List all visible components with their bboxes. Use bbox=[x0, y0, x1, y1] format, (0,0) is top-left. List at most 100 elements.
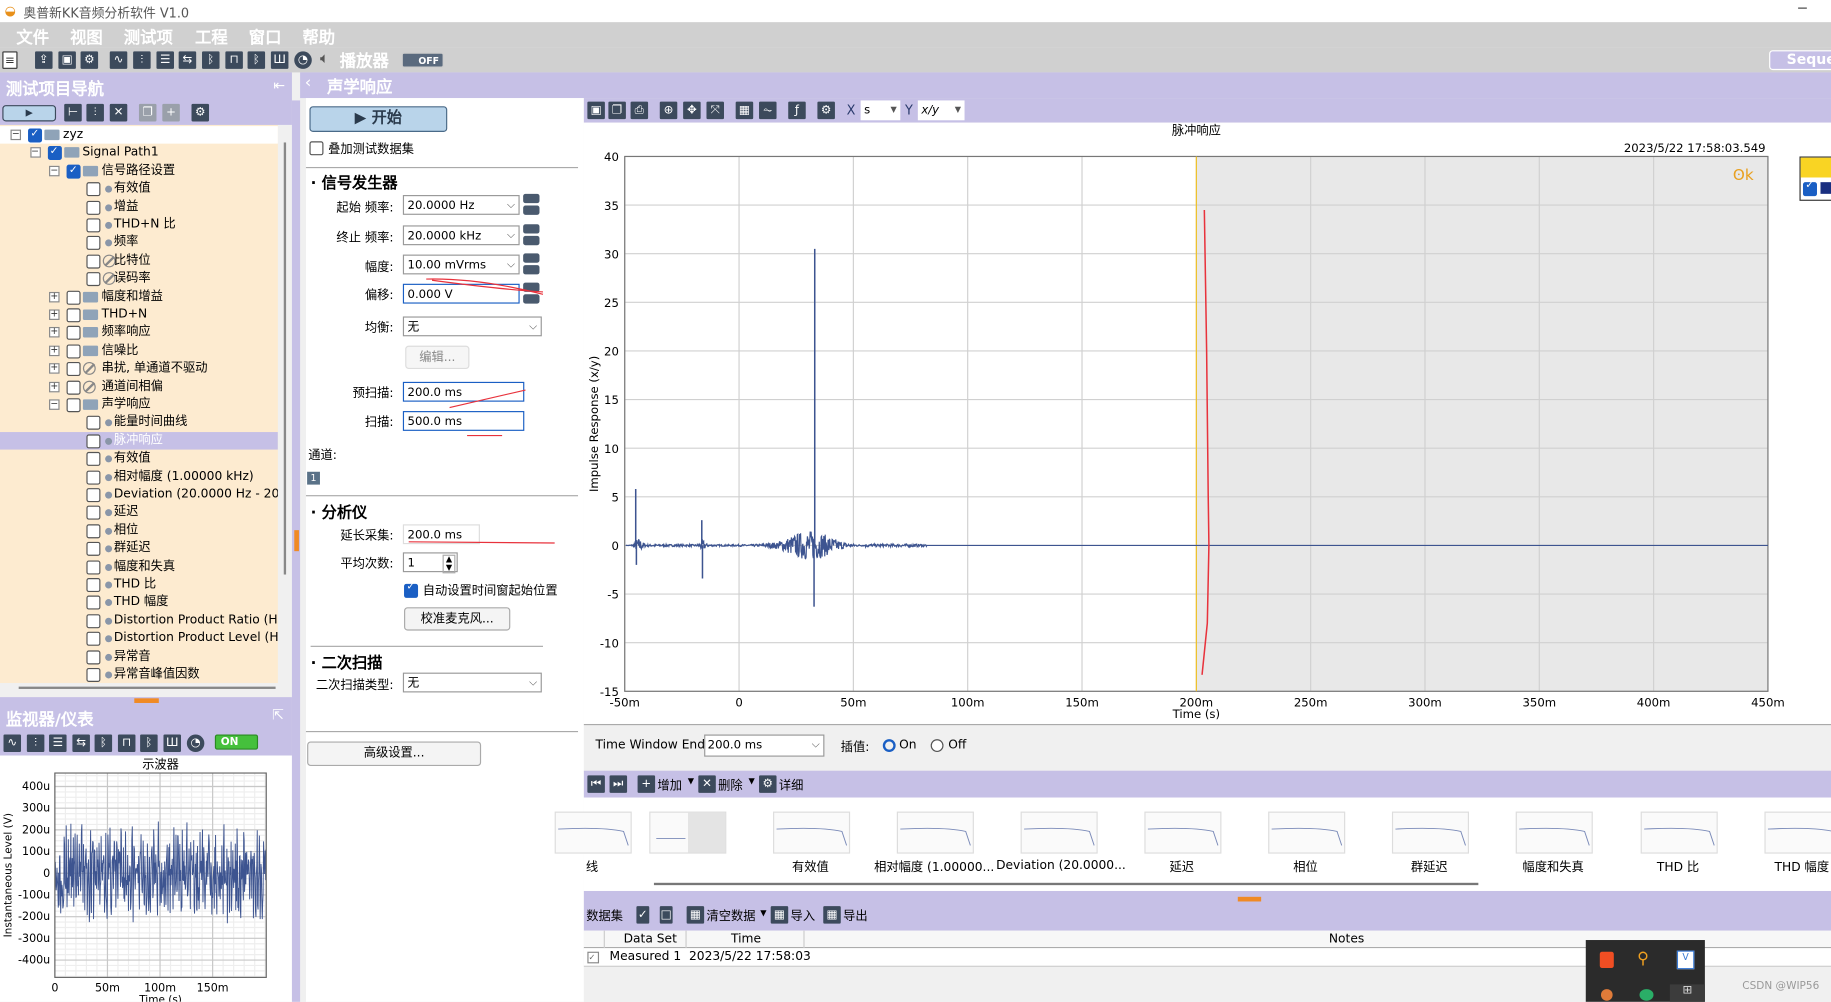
tree-item[interactable]: 比特位 bbox=[0, 252, 278, 270]
nav-settings-icon[interactable]: ⚙ bbox=[191, 103, 210, 122]
tree-item[interactable]: 增益 bbox=[0, 198, 278, 216]
graph-type-icon[interactable]: ⏦ bbox=[759, 101, 777, 120]
tree-checkbox[interactable] bbox=[66, 162, 81, 180]
function-icon[interactable]: ƒ bbox=[788, 101, 806, 120]
start-freq-stepper[interactable] bbox=[523, 193, 540, 216]
menu-help[interactable]: 帮助 bbox=[302, 26, 335, 49]
tree-item[interactable]: 异常音 bbox=[0, 648, 278, 666]
add-measurement-icon[interactable]: ⫶ bbox=[86, 103, 104, 122]
tree-checkbox[interactable] bbox=[85, 470, 100, 485]
tree-checkbox[interactable] bbox=[85, 595, 100, 611]
menu-view[interactable]: 视图 bbox=[70, 26, 103, 49]
menu-file[interactable]: 文件 bbox=[16, 26, 49, 49]
spectrum-icon[interactable]: ⫶ bbox=[26, 734, 45, 753]
secondary-type-select[interactable]: 无 ⌵ bbox=[402, 672, 542, 693]
run-button[interactable]: ▶ bbox=[2, 105, 57, 122]
tree-item[interactable]: Distortion Product Level (H2) bbox=[0, 630, 278, 648]
dropdown-icon[interactable]: ▼ bbox=[688, 777, 694, 786]
tray-vscode-icon[interactable]: V bbox=[1676, 950, 1695, 970]
tree-item[interactable]: + THD+N bbox=[0, 306, 278, 324]
tree-item[interactable]: THD 比 bbox=[0, 576, 278, 594]
tree-checkbox[interactable] bbox=[85, 254, 100, 269]
tree-checkbox[interactable] bbox=[85, 218, 100, 233]
zoom-icon[interactable]: ⊕ bbox=[659, 101, 678, 120]
thumbnail[interactable] bbox=[896, 811, 974, 854]
bluetooth-2-icon[interactable]: ᛒ bbox=[140, 734, 158, 753]
clear-data-button[interactable]: 清空数据 bbox=[706, 907, 755, 925]
tree-checkbox[interactable] bbox=[66, 308, 81, 323]
detail-gear-icon[interactable]: ⚙ bbox=[759, 775, 777, 793]
tree-item[interactable]: THD 幅度 bbox=[0, 594, 278, 612]
settings-icon[interactable]: ⚙ bbox=[80, 51, 99, 69]
tree-item[interactable]: 相位 bbox=[0, 522, 278, 540]
tree-item[interactable]: + 信噪比 bbox=[0, 342, 278, 360]
uncheck-all-icon[interactable]: □ bbox=[659, 906, 673, 924]
io-switch-icon[interactable]: ⇆ bbox=[178, 51, 197, 69]
last-icon[interactable]: ⏭ bbox=[609, 775, 628, 793]
thumbnail[interactable] bbox=[1764, 811, 1831, 854]
interp-off-radio[interactable] bbox=[930, 739, 944, 753]
tree-checkbox[interactable] bbox=[85, 200, 100, 215]
square-wave-icon[interactable]: Ш bbox=[163, 734, 181, 753]
thumbnail[interactable] bbox=[554, 811, 632, 854]
back-icon[interactable]: ‹ bbox=[305, 74, 312, 93]
collapse-icon[interactable]: − bbox=[10, 129, 22, 141]
tree-item[interactable]: + 幅度和增益 bbox=[0, 288, 278, 306]
scope-icon[interactable]: ∿ bbox=[3, 734, 22, 753]
tree-checkbox[interactable] bbox=[85, 631, 100, 646]
collapse-icon[interactable]: − bbox=[29, 147, 41, 159]
thumbnail-scrollbar[interactable] bbox=[653, 882, 1479, 886]
tree-item[interactable]: THD+N 比 bbox=[0, 216, 278, 234]
tree-checkbox[interactable] bbox=[85, 542, 100, 557]
collapse-icon[interactable]: − bbox=[49, 165, 60, 177]
paste-icon[interactable]: + bbox=[162, 103, 180, 122]
pulse-icon[interactable]: ⊓ bbox=[117, 734, 136, 753]
bluetooth-icon[interactable]: ᛒ bbox=[94, 734, 113, 753]
dropdown-icon[interactable]: ▼ bbox=[760, 908, 766, 917]
import-button[interactable]: 导入 bbox=[791, 907, 816, 925]
menu-project[interactable]: 工程 bbox=[195, 26, 228, 49]
row-checkbox[interactable]: ✓ bbox=[587, 951, 600, 964]
sequence-button[interactable]: Sequer bbox=[1769, 50, 1831, 71]
tree-checkbox[interactable] bbox=[47, 144, 62, 162]
table-icon[interactable]: ▦ bbox=[735, 101, 754, 120]
overlay-checkbox[interactable] bbox=[309, 141, 324, 156]
square-wave-icon[interactable]: Ш bbox=[270, 51, 289, 69]
expand-icon[interactable]: + bbox=[49, 291, 60, 302]
io-switch-icon[interactable]: ⇆ bbox=[72, 734, 90, 753]
clear-data-icon[interactable]: ▦ bbox=[686, 906, 705, 924]
tree-item[interactable]: Deviation (20.0000 Hz - 20.0000 bbox=[0, 486, 278, 504]
pulse-icon[interactable]: ⊓ bbox=[225, 51, 243, 69]
expand-icon[interactable]: + bbox=[49, 309, 60, 320]
stop-freq-stepper[interactable] bbox=[523, 224, 540, 246]
tree-item[interactable]: 频率 bbox=[0, 234, 278, 252]
tree-item[interactable]: 幅度和失真 bbox=[0, 558, 278, 576]
stop-freq-field[interactable]: 20.0000 kHz ⌵ bbox=[402, 225, 520, 246]
thumbnail[interactable] bbox=[1268, 811, 1346, 854]
bluetooth-icon[interactable]: ᛒ bbox=[202, 51, 220, 69]
time-window-end-select[interactable]: 200.0 ms ⌵ bbox=[704, 734, 825, 757]
tray-grid-icon[interactable]: ⊞ bbox=[1669, 984, 1705, 1002]
meter-list-icon[interactable]: ☰ bbox=[49, 734, 67, 753]
interp-on-radio[interactable] bbox=[882, 739, 896, 753]
tree-item[interactable]: + 频率响应 bbox=[0, 324, 278, 342]
tree-checkbox[interactable] bbox=[66, 326, 81, 341]
column-header-time[interactable]: Time bbox=[731, 932, 761, 946]
tree-checkbox[interactable] bbox=[28, 126, 43, 144]
monitor-toggle[interactable]: ON bbox=[214, 734, 259, 750]
copy-graph-icon[interactable]: ❐ bbox=[608, 101, 626, 120]
tray-wechat-icon[interactable] bbox=[1639, 989, 1654, 1001]
tree-checkbox[interactable] bbox=[66, 362, 81, 377]
tree-item[interactable]: 误码率 bbox=[0, 270, 278, 288]
fit-icon[interactable]: ⤧ bbox=[706, 101, 724, 120]
bluetooth-2-icon[interactable]: ᛒ bbox=[247, 51, 266, 69]
delete-icon[interactable]: ✕ bbox=[109, 103, 128, 122]
thumbnail[interactable] bbox=[1391, 811, 1470, 854]
pin-panel-icon[interactable]: ⇤ bbox=[273, 77, 285, 93]
tree-item[interactable]: 能量时间曲线 bbox=[0, 414, 278, 432]
tree-checkbox[interactable] bbox=[85, 613, 100, 629]
tree-item[interactable]: 有效值 bbox=[0, 450, 278, 468]
tree-item[interactable]: − 声学响应 bbox=[0, 396, 278, 414]
print-icon[interactable]: ⎙ bbox=[630, 101, 649, 120]
copy-icon[interactable]: ❐ bbox=[138, 103, 157, 122]
